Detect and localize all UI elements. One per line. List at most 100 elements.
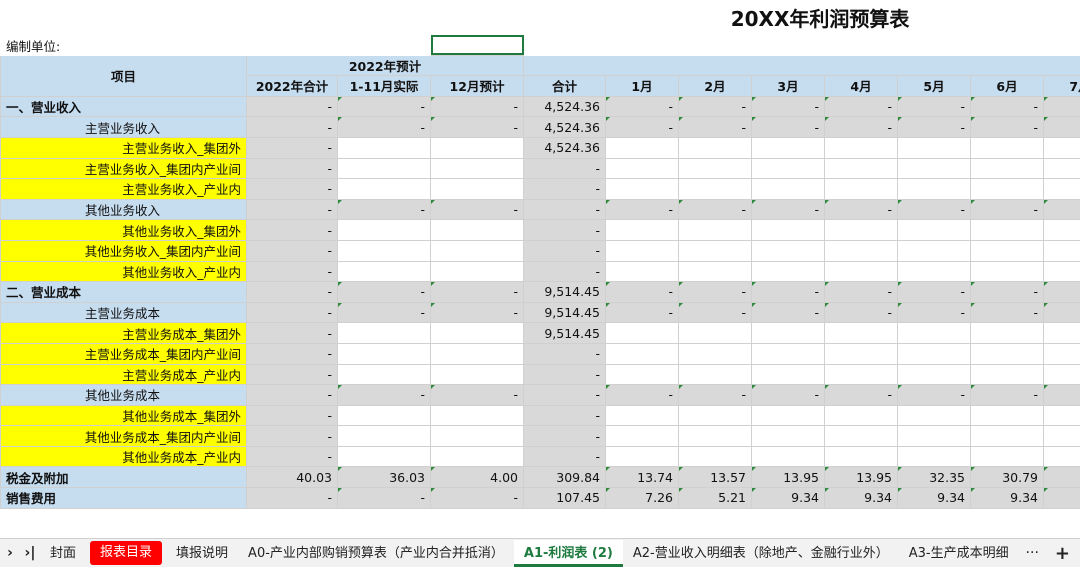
data-cell[interactable] <box>897 178 971 200</box>
data-cell[interactable] <box>751 342 825 365</box>
data-cell[interactable]: - <box>246 445 338 468</box>
data-cell[interactable]: - <box>605 281 679 303</box>
data-cell[interactable]: 107.45 <box>523 487 606 509</box>
data-cell[interactable] <box>970 178 1044 200</box>
data-cell[interactable] <box>824 445 898 468</box>
data-cell[interactable]: - <box>751 116 825 138</box>
data-cell[interactable] <box>1042 178 1080 200</box>
data-cell[interactable] <box>897 363 971 386</box>
data-cell[interactable] <box>751 404 825 427</box>
data-cell[interactable]: 9.34 <box>897 487 971 509</box>
data-cell[interactable]: - <box>970 95 1044 118</box>
data-cell[interactable]: 309.84 <box>523 466 606 489</box>
data-cell[interactable] <box>824 404 898 427</box>
row-label[interactable]: 其他业务成本_集团内产业间 <box>0 425 247 447</box>
data-cell[interactable]: - <box>337 198 431 221</box>
data-cell[interactable]: - <box>970 384 1044 406</box>
data-cell[interactable] <box>824 157 898 180</box>
data-cell[interactable] <box>678 260 752 283</box>
data-cell[interactable]: - <box>678 301 752 324</box>
data-cell[interactable]: - <box>246 219 338 241</box>
add-sheet-button[interactable]: + <box>1045 543 1080 564</box>
data-cell[interactable]: - <box>246 384 338 406</box>
data-cell[interactable]: - <box>337 281 431 303</box>
data-cell[interactable] <box>970 157 1044 180</box>
selected-cell[interactable] <box>430 34 524 56</box>
row-label[interactable]: 主营业务收入_集团内产业间 <box>0 157 247 180</box>
data-cell[interactable]: - <box>751 198 825 221</box>
data-cell[interactable] <box>605 342 679 365</box>
data-cell[interactable] <box>337 239 431 262</box>
data-cell[interactable]: 36.03 <box>337 466 431 489</box>
sheet-tab[interactable]: A2-营业收入明细表（除地产、金融行业外） <box>623 540 899 567</box>
data-cell[interactable]: - <box>246 404 338 427</box>
data-cell[interactable]: - <box>430 384 524 406</box>
data-cell[interactable] <box>430 239 524 262</box>
data-cell[interactable]: - <box>970 116 1044 138</box>
data-cell[interactable] <box>751 239 825 262</box>
data-cell[interactable]: - <box>897 384 971 406</box>
row-label[interactable]: 其他业务收入_集团内产业间 <box>0 239 247 262</box>
data-cell[interactable]: - <box>337 95 431 118</box>
data-cell[interactable]: 30.79 <box>970 466 1044 489</box>
data-cell[interactable] <box>605 178 679 200</box>
data-cell[interactable] <box>337 445 431 468</box>
data-cell[interactable]: - <box>970 301 1044 324</box>
data-cell[interactable]: 13.95 <box>824 466 898 489</box>
data-cell[interactable]: 32.35 <box>897 466 971 489</box>
data-cell[interactable] <box>970 404 1044 427</box>
data-cell[interactable] <box>824 322 898 344</box>
data-cell[interactable] <box>605 363 679 386</box>
data-cell[interactable] <box>751 322 825 344</box>
row-label[interactable]: 主营业务收入_集团外 <box>0 136 247 159</box>
data-cell[interactable]: - <box>523 178 606 200</box>
data-cell[interactable]: - <box>897 281 971 303</box>
data-cell[interactable] <box>824 219 898 241</box>
data-cell[interactable]: - <box>824 281 898 303</box>
row-label[interactable]: 主营业务成本_集团内产业间 <box>0 342 247 365</box>
data-cell[interactable] <box>824 342 898 365</box>
data-cell[interactable] <box>1042 363 1080 386</box>
sheet-tab[interactable]: 填报说明 <box>166 540 238 567</box>
data-cell[interactable]: 9,514.45 <box>523 281 606 303</box>
data-cell[interactable]: - <box>430 301 524 324</box>
data-cell[interactable]: 4,524.36 <box>523 136 606 159</box>
data-cell[interactable] <box>678 404 752 427</box>
data-cell[interactable]: - <box>246 239 338 262</box>
data-cell[interactable] <box>678 445 752 468</box>
data-cell[interactable]: - <box>523 363 606 386</box>
data-cell[interactable] <box>678 219 752 241</box>
data-cell[interactable]: - <box>523 384 606 406</box>
data-cell[interactable] <box>970 425 1044 447</box>
data-cell[interactable] <box>678 157 752 180</box>
row-label[interactable]: 其他业务收入_集团外 <box>0 219 247 241</box>
data-cell[interactable]: 9,514.45 <box>523 301 606 324</box>
data-cell[interactable] <box>824 136 898 159</box>
data-cell[interactable]: - <box>678 95 752 118</box>
data-cell[interactable]: 13.74 <box>605 466 679 489</box>
data-cell[interactable]: - <box>605 301 679 324</box>
data-cell[interactable] <box>751 136 825 159</box>
row-label[interactable]: 主营业务成本_产业内 <box>0 363 247 386</box>
data-cell[interactable]: - <box>678 281 752 303</box>
data-cell[interactable]: - <box>246 281 338 303</box>
data-cell[interactable]: - <box>824 95 898 118</box>
data-cell[interactable]: - <box>751 95 825 118</box>
data-cell[interactable] <box>970 136 1044 159</box>
row-label[interactable]: 二、营业成本 <box>0 281 247 303</box>
row-label[interactable]: 其他业务收入_产业内 <box>0 260 247 283</box>
data-cell[interactable] <box>430 425 524 447</box>
data-cell[interactable]: - <box>523 219 606 241</box>
data-cell[interactable] <box>605 136 679 159</box>
data-cell[interactable] <box>337 322 431 344</box>
data-cell[interactable]: - <box>246 425 338 447</box>
data-cell[interactable]: - <box>970 281 1044 303</box>
data-cell[interactable]: 4,524.36 <box>523 95 606 118</box>
data-cell[interactable]: - <box>337 487 431 509</box>
data-cell[interactable]: - <box>246 363 338 386</box>
data-cell[interactable] <box>678 239 752 262</box>
row-label[interactable]: 其他业务成本_产业内 <box>0 445 247 468</box>
data-cell[interactable]: - <box>246 260 338 283</box>
data-cell[interactable]: - <box>824 384 898 406</box>
sheet-tab[interactable]: A1-利润表 (2) <box>513 539 623 567</box>
